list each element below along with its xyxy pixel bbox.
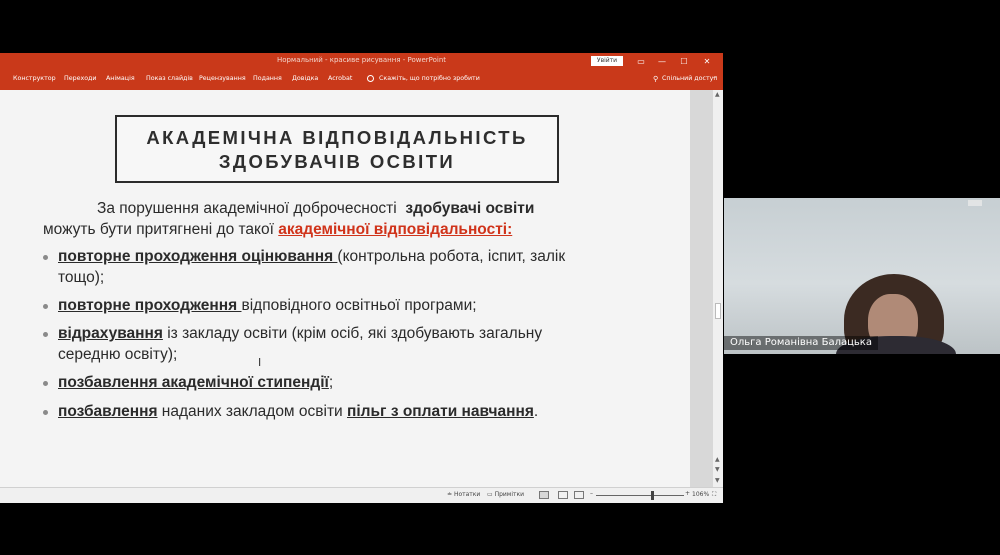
tab-acrobat[interactable]: Acrobat: [328, 75, 352, 82]
minimize-button[interactable]: —: [655, 55, 669, 68]
bullet-5-emph2: пільг з оплати навчання: [347, 403, 534, 420]
powerpoint-window: Нормальний - красиве рисування - PowerPo…: [0, 53, 723, 503]
tab-animations[interactable]: Анімація: [106, 75, 135, 82]
text-cursor-icon: I: [258, 356, 262, 369]
maximize-button[interactable]: ☐: [677, 55, 691, 68]
zoom-out-icon[interactable]: –: [590, 490, 593, 497]
bullet-2: повторне проходження відповідного освітн…: [58, 297, 477, 315]
sign-in-button[interactable]: Увійти: [591, 56, 623, 66]
participant-name: Ольга Романівна Балацька: [724, 336, 878, 350]
bullet-dot: [43, 410, 48, 415]
bullet-4-emph: позбавлення академічної стипендії: [58, 374, 329, 391]
tab-review[interactable]: Рецензування: [199, 75, 246, 82]
scroll-up-icon[interactable]: ▲: [715, 91, 720, 98]
person-icon: ⚲: [653, 75, 659, 83]
ribbon-tabs: Конструктор Переходи Анімація Показ слай…: [0, 70, 723, 90]
intro-text-2: здобувачі освіти: [405, 200, 535, 217]
comments-label: Примітки: [494, 491, 525, 498]
notes-label: Нотатки: [453, 491, 481, 498]
slide-canvas[interactable]: АКАДЕМІЧНА ВІДПОВІДАЛЬНІСТЬ ЗДОБУВАЧІВ О…: [0, 90, 690, 487]
ribbon-display-icon[interactable]: ▭: [634, 55, 648, 68]
bullet-5-emph: позбавлення: [58, 403, 158, 420]
tab-help[interactable]: Довідка: [292, 75, 318, 82]
share-button[interactable]: Спільний доступ: [662, 75, 717, 82]
tell-me-search[interactable]: Скажіть, що потрібно зробити: [379, 75, 480, 82]
vertical-scrollbar[interactable]: ▲ ▲ ▼ ▼: [713, 90, 723, 487]
bullet-dot: [43, 304, 48, 309]
slide-sorter-icon[interactable]: [558, 491, 568, 499]
intro-text-1: За порушення академічної доброчесності: [97, 200, 397, 217]
bullet-3-line1: відрахування із закладу освіти (крім осі…: [58, 325, 542, 343]
zoom-slider-thumb[interactable]: [651, 491, 654, 500]
bullet-5-middle: наданих закладом освіти: [157, 403, 348, 420]
bullet-2-emph: повторне проходження: [58, 297, 242, 314]
bullet-2-rest: відповідного освітньої програми;: [241, 297, 477, 314]
bullet-5: позбавлення наданих закладом освіти піль…: [58, 403, 538, 421]
normal-view-icon[interactable]: [539, 491, 549, 499]
reading-view-icon[interactable]: [574, 491, 584, 499]
bullet-dot: [43, 255, 48, 260]
zoom-slider[interactable]: [596, 495, 684, 496]
prev-slide-icon[interactable]: ▲: [715, 456, 720, 463]
slide-title-line2: ЗДОБУВАЧІВ ОСВІТИ: [218, 151, 456, 172]
slide-editor: АКАДЕМІЧНА ВІДПОВІДАЛЬНІСТЬ ЗДОБУВАЧІВ О…: [0, 90, 713, 487]
intro-text-3: можуть бути притягнені до такої: [43, 221, 274, 238]
bullet-3-emph: відрахування: [58, 325, 163, 342]
fit-to-window-icon[interactable]: ⛶: [712, 491, 716, 499]
tab-view[interactable]: Подання: [253, 75, 282, 82]
bullet-4: позбавлення академічної стипендії;: [58, 374, 333, 392]
next-slide-icon[interactable]: ▼: [715, 466, 720, 473]
video-options-icon[interactable]: [968, 200, 982, 206]
zoom-in-icon[interactable]: +: [685, 490, 690, 497]
lightbulb-icon: [367, 75, 374, 82]
intro-text-4: академічної відповідальності:: [278, 221, 513, 238]
bullet-5-rest: .: [533, 403, 539, 420]
slide-title-box[interactable]: АКАДЕМІЧНА ВІДПОВІДАЛЬНІСТЬ ЗДОБУВАЧІВ О…: [115, 115, 559, 183]
tab-slideshow[interactable]: Показ слайдів: [146, 75, 193, 82]
close-button[interactable]: ✕: [700, 55, 714, 68]
slide-title-line1: АКАДЕМІЧНА ВІДПОВІДАЛЬНІСТЬ: [146, 127, 528, 148]
comments-button[interactable]: ▭ Примітки: [487, 491, 524, 498]
bullet-dot: [43, 381, 48, 386]
bullet-1-line2: тощо);: [58, 269, 105, 286]
collapse-ribbon-icon[interactable]: ⌃: [712, 76, 717, 83]
tab-transitions[interactable]: Переходи: [64, 75, 97, 82]
bullet-1-emph: повторне проходження оцінювання: [58, 248, 338, 265]
bullet-3-rest: із закладу освіти (крім осіб, які здобув…: [162, 325, 543, 342]
bullet-1-line1: повторне проходження оцінювання (контрол…: [58, 248, 565, 266]
zoom-level[interactable]: 106%: [692, 491, 709, 498]
notes-button[interactable]: ≐ Нотатки: [447, 491, 480, 498]
title-bar: Нормальний - красиве рисування - PowerPo…: [0, 53, 723, 70]
intro-line1: За порушення академічної доброчесності з…: [97, 200, 534, 218]
status-bar: ≐ Нотатки ▭ Примітки – + 106% ⛶: [0, 487, 723, 503]
bullet-1-rest: (контрольна робота, іспит, залік: [337, 248, 566, 265]
bullet-dot: [43, 332, 48, 337]
tab-design[interactable]: Конструктор: [13, 75, 56, 82]
participant-video-tile[interactable]: Ольга Романівна Балацька: [724, 198, 1000, 354]
bullet-3-line2: середню освіту);: [58, 346, 178, 363]
intro-line2: можуть бути притягнені до такої академіч…: [43, 221, 512, 239]
scroll-thumb[interactable]: [715, 303, 721, 319]
bullet-4-rest: ;: [328, 374, 334, 391]
scroll-down-icon[interactable]: ▼: [715, 477, 720, 484]
